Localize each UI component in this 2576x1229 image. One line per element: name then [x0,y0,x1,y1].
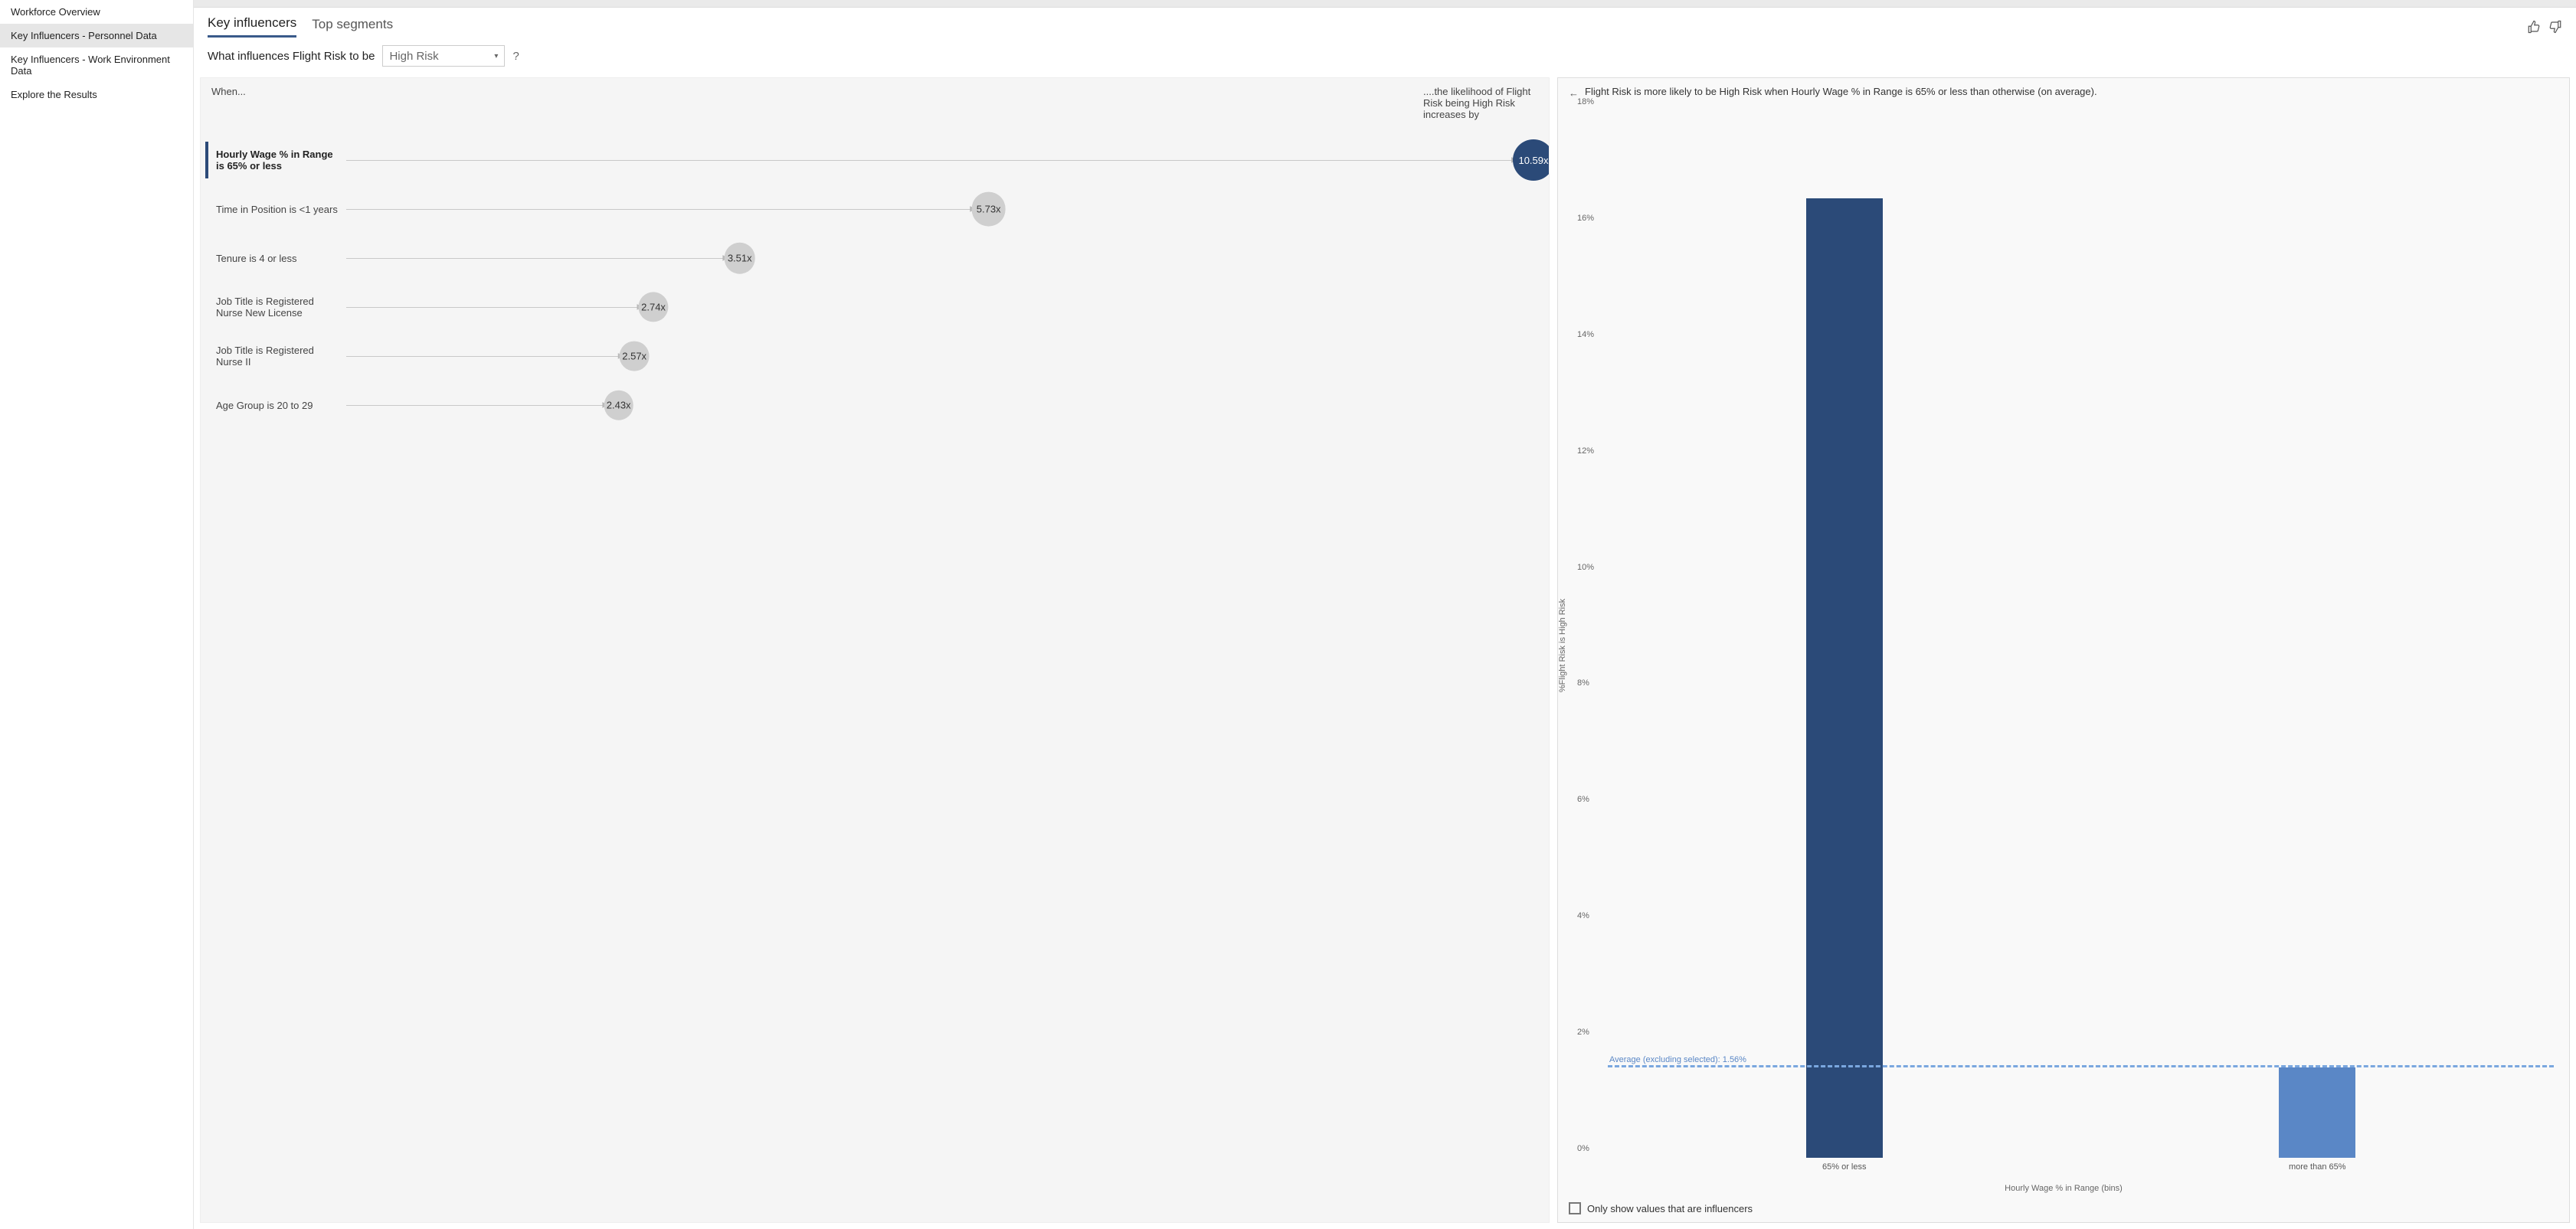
influencer-bubble: 2.57x [620,342,650,371]
influencer-track: ▶2.57x [346,356,1533,357]
influencer-row[interactable]: Job Title is Registered Nurse II▶2.57x [201,332,1549,381]
sidebar-item-key-influencers-personnel[interactable]: Key Influencers - Personnel Data [0,24,193,47]
y-tick: 0% [1577,1144,1589,1153]
influencer-track: ▶5.73x [346,209,1533,210]
y-axis-label: %Flight Risk is High Risk [1558,598,1567,691]
influencer-track: ▶2.74x [346,307,1533,308]
influencer-bubble: 3.51x [724,243,755,274]
influencer-track: ▶2.43x [346,405,1533,406]
influencer-label: Tenure is 4 or less [208,253,346,264]
chart-bar[interactable] [2279,1067,2355,1158]
y-tick: 14% [1577,330,1594,339]
influencer-row[interactable]: Age Group is 20 to 29▶2.43x [201,381,1549,430]
sidebar-item-workforce-overview[interactable]: Workforce Overview [0,0,193,24]
chart-bar[interactable] [1806,198,1883,1158]
only-show-label: Only show values that are influencers [1587,1203,1753,1214]
influencer-label: Age Group is 20 to 29 [208,400,346,411]
when-label: When... [211,86,246,120]
help-icon[interactable]: ? [512,50,519,63]
bar-chart: %Flight Risk is High Risk 0%2%4%6%8%10%1… [1566,111,2554,1179]
chevron-down-icon: ▾ [494,52,498,60]
influencer-panel: When... ....the likelihood of Flight Ris… [200,77,1550,1223]
influencer-label: Job Title is Registered Nurse II [208,345,346,368]
sidebar-item-explore-results[interactable]: Explore the Results [0,83,193,106]
question-prefix: What influences Flight Risk to be [208,50,375,63]
y-tick: 2% [1577,1028,1589,1037]
dropdown-value: High Risk [389,50,438,63]
influencer-row[interactable]: Job Title is Registered Nurse New Licens… [201,283,1549,332]
tab-key-influencers[interactable]: Key influencers [208,15,296,38]
effect-label: ....the likelihood of Flight Risk being … [1423,86,1538,120]
influencer-bubble: 10.59x [1513,139,1549,181]
top-bar [194,0,2576,8]
influencer-label: Job Title is Registered Nurse New Licens… [208,296,346,319]
y-tick: 12% [1577,446,1594,456]
influencer-row[interactable]: Hourly Wage % in Range is 65% or less▶10… [201,136,1549,185]
x-axis-label: Hourly Wage % in Range (bins) [1558,1182,2569,1198]
influencer-bubble: 2.43x [604,391,633,420]
y-tick: 8% [1577,678,1589,688]
y-tick: 16% [1577,214,1594,223]
y-tick: 10% [1577,563,1594,572]
y-tick: 6% [1577,795,1589,804]
influencer-label: Time in Position is <1 years [208,204,346,215]
main: Key influencers Top segments What influe… [194,0,2576,1229]
influencer-track: ▶10.59x [346,160,1533,161]
influencer-bubble: 2.74x [638,292,668,322]
influencer-track: ▶3.51x [346,258,1533,259]
influencer-label: Hourly Wage % in Range is 65% or less [208,149,346,172]
x-category: more than 65% [2081,1162,2555,1172]
y-tick: 4% [1577,911,1589,920]
influencer-row[interactable]: Time in Position is <1 years▶5.73x [201,185,1549,234]
influencer-row[interactable]: Tenure is 4 or less▶3.51x [201,234,1549,283]
x-category: 65% or less [1608,1162,2081,1172]
detail-chart-panel: ← Flight Risk is more likely to be High … [1557,77,2570,1223]
tab-top-segments[interactable]: Top segments [312,17,393,37]
flight-risk-dropdown[interactable]: High Risk ▾ [382,45,505,67]
sidebar-item-key-influencers-work-env[interactable]: Key Influencers - Work Environment Data [0,47,193,83]
only-show-checkbox[interactable] [1569,1202,1581,1214]
sidebar: Workforce Overview Key Influencers - Per… [0,0,194,1229]
average-label: Average (excluding selected): 1.56% [1609,1055,1746,1064]
influencer-bubble: 5.73x [971,192,1006,227]
detail-title: Flight Risk is more likely to be High Ri… [1585,86,2097,97]
thumbs-up-icon[interactable] [2527,20,2541,34]
thumbs-down-icon[interactable] [2548,20,2562,34]
average-line [1608,1065,2554,1067]
y-tick: 18% [1577,97,1594,106]
